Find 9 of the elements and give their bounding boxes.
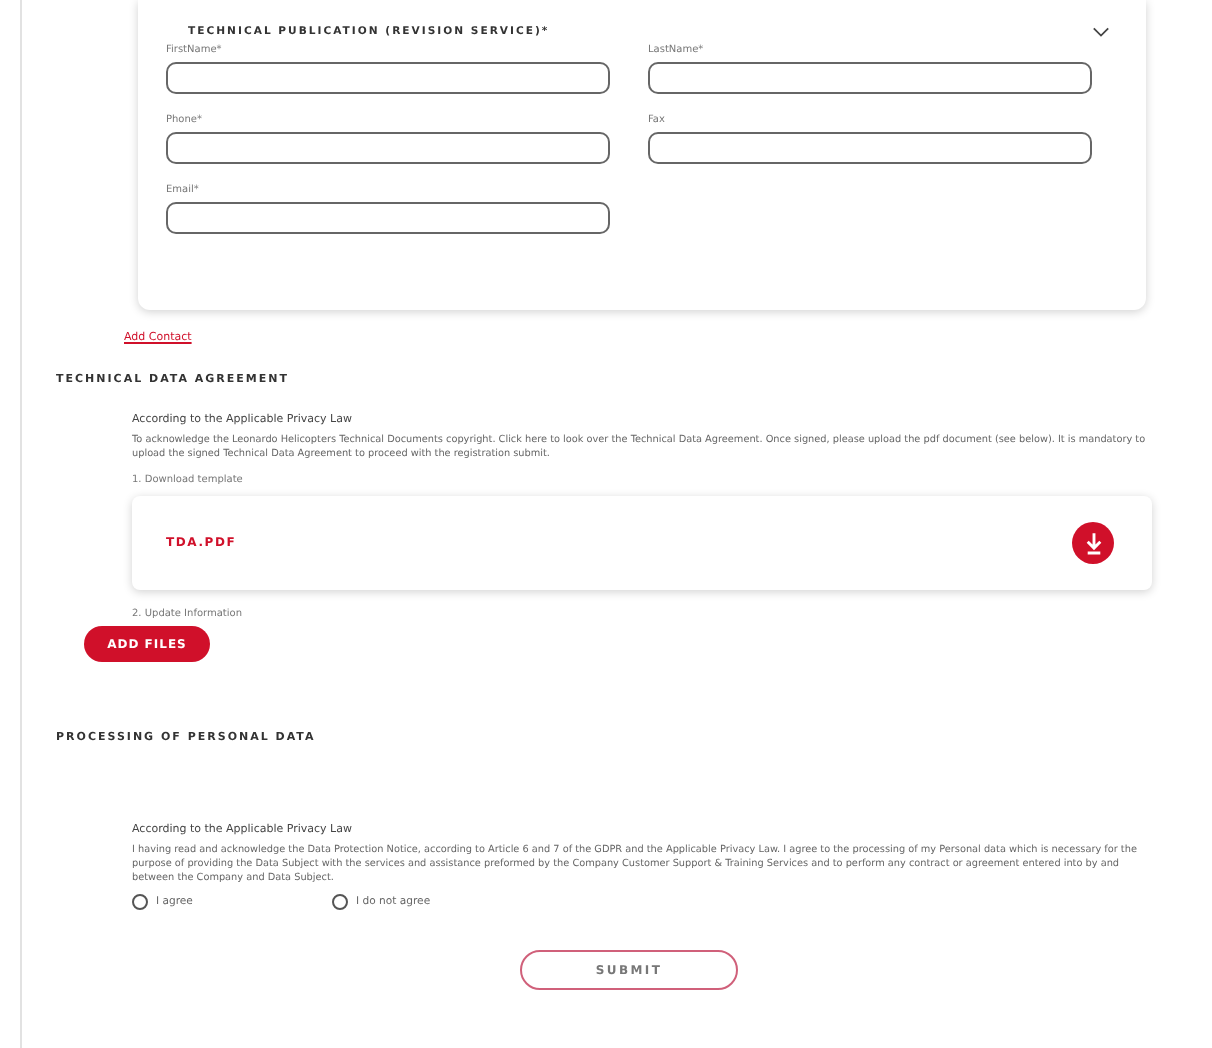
input-field[interactable] — [648, 62, 1092, 94]
chevron-icon[interactable] — [1092, 26, 1110, 38]
radio-button[interactable] — [132, 894, 148, 910]
input-field[interactable] — [166, 202, 610, 234]
download-button[interactable] — [1072, 522, 1114, 564]
input-field[interactable] — [166, 132, 610, 164]
input-field[interactable] — [166, 62, 610, 94]
input-field[interactable] — [648, 132, 1092, 164]
radio-button[interactable] — [332, 894, 348, 910]
